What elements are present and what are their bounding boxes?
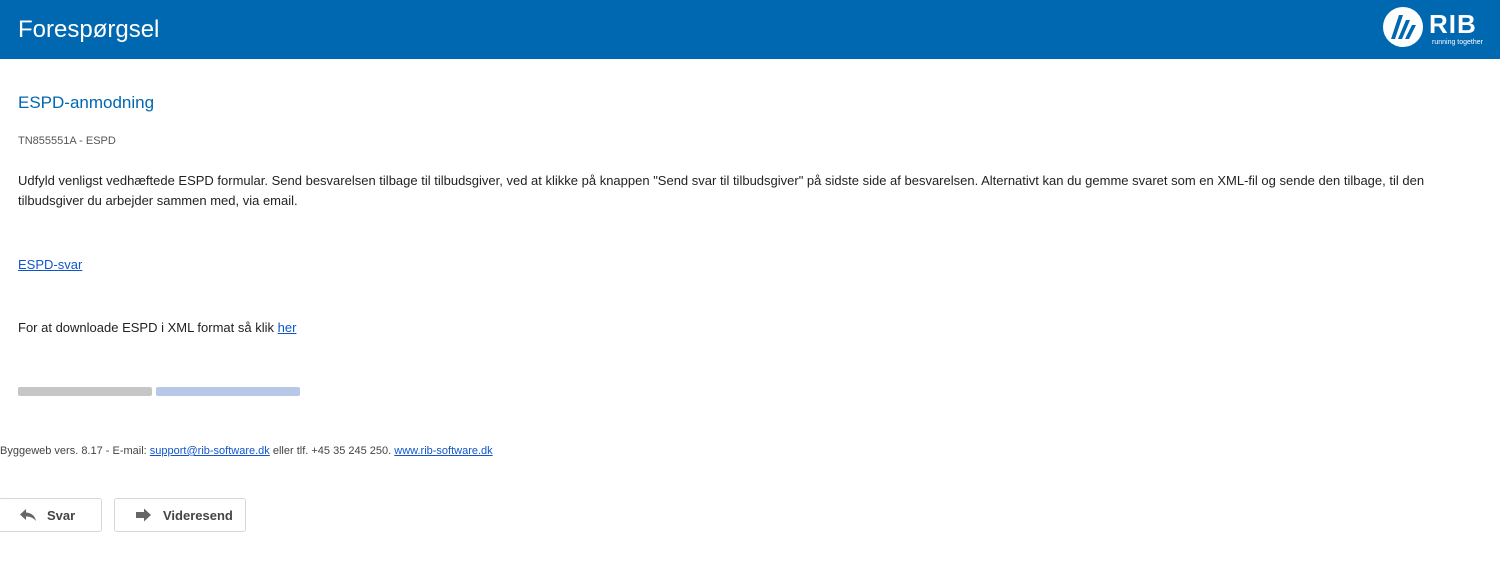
download-instruction: For at downloade ESPD i XML format så kl… [18,319,296,336]
rib-logo: RIB running together [1380,4,1486,50]
redacted-contact-info [18,385,300,397]
download-text: For at downloade ESPD i XML format så kl… [18,320,278,335]
footer-version-text: Byggeweb vers. 8.17 - E-mail: [0,445,150,457]
request-title: ESPD-anmodning [18,93,155,112]
espd-response-link-container: ESPD-svar [18,256,82,273]
header-bar: Forespørgsel RIB running together [0,0,1500,59]
redacted-email [156,387,300,396]
forward-button[interactable]: Videresend [114,498,246,532]
redacted-name [18,387,152,396]
reply-arrow-icon [20,509,36,521]
reference-number: TN855551A - ESPD [18,135,116,147]
support-email-link[interactable]: support@rib-software.dk [150,445,270,457]
logo-tagline: running together [1432,39,1483,46]
footer-phone-text: eller tlf. +45 35 245 250. [269,445,395,457]
forward-label: Videresend [163,507,233,523]
forward-arrow-icon [136,508,151,522]
download-here-link[interactable]: her [278,320,297,335]
website-link[interactable]: www.rib-software.dk [394,445,492,457]
page-title: Forespørgsel [18,16,160,43]
logo-text: RIB [1429,9,1477,39]
reply-label: Svar [47,507,76,523]
espd-response-link[interactable]: ESPD-svar [18,257,82,272]
instructions-text: Udfyld venligst vedhæftede ESPD formular… [18,173,1425,208]
reply-button[interactable]: Svar [0,498,102,532]
footer-info: Byggeweb vers. 8.17 - E-mail: support@ri… [0,444,493,458]
rib-logo-icon [1383,7,1423,47]
